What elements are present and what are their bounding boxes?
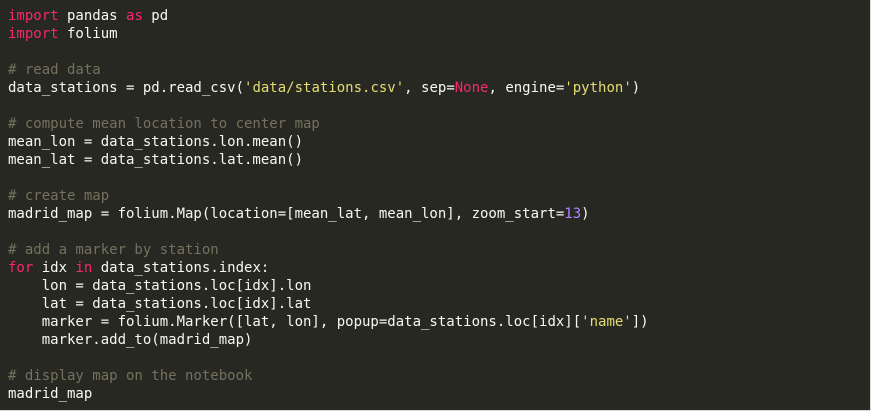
number-token: 13 bbox=[564, 206, 582, 222]
code-line: # compute mean location to center map bbox=[8, 115, 649, 133]
code-text: marker = folium.Marker([lat, lon], popup… bbox=[8, 314, 582, 330]
code-text: mean_lat = data_stations.lat.mean() bbox=[8, 152, 304, 168]
string-token: 'data/stations.csv' bbox=[244, 80, 405, 96]
code-text: , engine= bbox=[488, 80, 565, 96]
code-line: madrid_map bbox=[8, 385, 649, 403]
string-token: 'name' bbox=[581, 314, 632, 330]
keyword-token: import bbox=[8, 8, 59, 24]
code-text: marker.add_to(madrid_map) bbox=[8, 332, 253, 348]
keyword-token: for bbox=[8, 260, 34, 276]
code-line: lon = data_stations.loc[idx].lon bbox=[8, 277, 649, 295]
code-text: folium bbox=[58, 26, 118, 42]
code-text: mean_lon = data_stations.lon.mean() bbox=[8, 134, 304, 150]
code-text: data_stations = pd.read_csv( bbox=[8, 80, 245, 96]
code-text: , sep= bbox=[404, 80, 455, 96]
string-token: 'python' bbox=[564, 80, 632, 96]
code-text: madrid_map bbox=[8, 386, 93, 402]
code-line: madrid_map = folium.Map(location=[mean_l… bbox=[8, 205, 649, 223]
code-text: ) bbox=[631, 80, 641, 96]
code-line: # create map bbox=[8, 187, 649, 205]
code-text: lon = data_stations.loc[idx].lon bbox=[8, 278, 312, 294]
code-text: pd bbox=[142, 8, 169, 24]
comment-token: # compute mean location to center map bbox=[8, 116, 320, 132]
comment-token: # read data bbox=[8, 62, 101, 78]
keyword-token: import bbox=[8, 26, 59, 42]
code-text: data_stations.index: bbox=[92, 260, 270, 276]
comment-token: # create map bbox=[8, 188, 110, 204]
code-line: lat = data_stations.loc[idx].lat bbox=[8, 295, 649, 313]
keyword-token: in bbox=[75, 260, 93, 276]
code-text: idx bbox=[33, 260, 76, 276]
code-text: ) bbox=[581, 206, 590, 222]
comment-token: # display map on the notebook bbox=[8, 368, 253, 384]
constant-token: None bbox=[454, 80, 489, 96]
code-text: lat = data_stations.loc[idx].lat bbox=[8, 296, 312, 312]
code-line: data_stations = pd.read_csv('data/statio… bbox=[8, 79, 649, 97]
code-line: # read data bbox=[8, 61, 649, 79]
code-line: import folium bbox=[8, 25, 649, 43]
code-text: madrid_map = folium.Map(location=[mean_l… bbox=[8, 206, 565, 222]
code-editor[interactable]: import pandas as pd import folium # read d… bbox=[0, 0, 871, 411]
code-line: mean_lat = data_stations.lat.mean() bbox=[8, 151, 649, 169]
comment-token: # add a marker by station bbox=[8, 242, 219, 258]
code-line: import pandas as pd bbox=[8, 7, 649, 25]
code-line: marker.add_to(madrid_map) bbox=[8, 331, 649, 349]
code-line: marker = folium.Marker([lat, lon], popup… bbox=[8, 313, 649, 331]
code-text: pandas bbox=[58, 8, 127, 24]
code-block[interactable]: import pandas as pd import folium # read d… bbox=[8, 7, 649, 403]
code-line: for idx in data_stations.index: bbox=[8, 259, 649, 277]
code-line: # display map on the notebook bbox=[8, 367, 649, 385]
code-line: mean_lon = data_stations.lon.mean() bbox=[8, 133, 649, 151]
code-line: # add a marker by station bbox=[8, 241, 649, 259]
keyword-token: as bbox=[126, 8, 143, 24]
code-text: ]) bbox=[631, 314, 649, 330]
